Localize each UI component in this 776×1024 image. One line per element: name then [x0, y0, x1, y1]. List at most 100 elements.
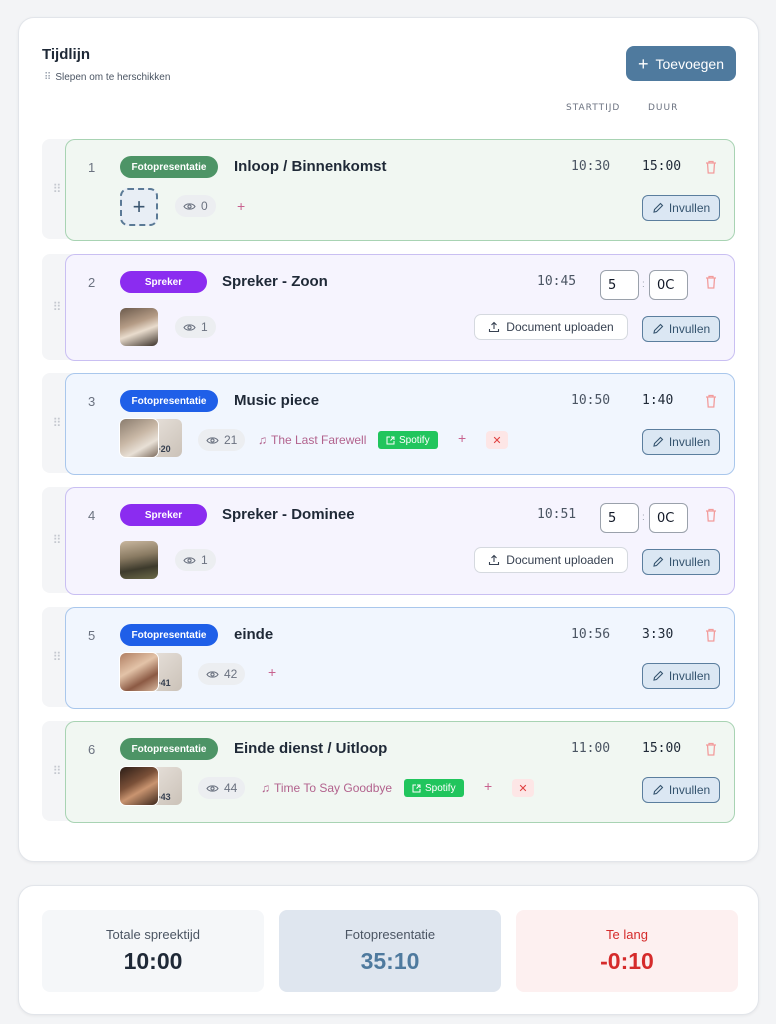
views-count: 1 [175, 549, 216, 571]
photo-thumbnail[interactable] [120, 541, 158, 579]
plus-icon: + [132, 194, 146, 219]
row-title: Inloop / Binnenkomst [234, 158, 387, 175]
trash-icon[interactable] [705, 508, 717, 522]
timeline-subtitle: ⠿ Slepen om te herschikken [44, 72, 170, 83]
music-track: ♫ Time To Say Goodbye [261, 781, 392, 795]
photo-thumbnail[interactable] [120, 308, 158, 346]
column-header-start: STARTTIJD [566, 103, 621, 113]
stat-value: 35:10 [360, 948, 420, 974]
spotify-label: Spotify [399, 434, 430, 446]
timeline-row[interactable]: 2 Spreker Spreker - Zoon 10:45 5 : 0C 1 … [65, 254, 735, 361]
trash-icon[interactable] [705, 742, 717, 756]
spotify-link[interactable]: Spotify [404, 779, 464, 797]
views-value: 1 [201, 320, 208, 334]
upload-document-button[interactable]: Document uploaden [474, 547, 628, 573]
upload-document-button[interactable]: Document uploaden [474, 314, 628, 340]
close-icon[interactable]: ✕ [486, 431, 508, 449]
badge-fotopresentatie: Fotopresentatie [120, 624, 218, 646]
row-title: Spreker - Zoon [222, 273, 328, 290]
badge-spreker: Spreker [120, 271, 207, 293]
start-time: 10:30 [571, 159, 611, 174]
trash-icon[interactable] [705, 394, 717, 408]
add-music-button[interactable]: + [237, 198, 245, 214]
badge-fotopresentatie: Fotopresentatie [120, 156, 218, 178]
photo-stack[interactable]: +20 [120, 419, 183, 457]
add-button[interactable]: + Toevoegen [626, 46, 736, 81]
views-value: 21 [224, 433, 238, 447]
stat-total-speaking-time: Totale spreektijd 10:00 [42, 910, 264, 992]
column-header-duration: DUUR [648, 103, 679, 113]
pencil-icon [653, 202, 664, 213]
close-icon[interactable]: ✕ [512, 779, 534, 797]
colon-separator: : [642, 279, 645, 290]
timeline-card: Tijdlijn ⠿ Slepen om te herschikken + To… [18, 17, 759, 862]
photo-thumbnail [120, 653, 158, 691]
plus-icon: + [637, 53, 649, 74]
duration-minutes-input[interactable]: 5 [600, 270, 639, 300]
upload-icon [489, 321, 500, 333]
drag-handle-icon: ⠿ [44, 72, 51, 83]
spotify-label: Spotify [425, 782, 456, 794]
music-title: The Last Farewell [271, 433, 367, 447]
upload-label: Document uploaden [506, 553, 614, 567]
trash-icon[interactable] [705, 160, 717, 174]
summary-card: Totale spreektijd 10:00 Fotopresentatie … [18, 885, 759, 1015]
add-music-button[interactable]: + [458, 430, 466, 446]
photo-thumbnail [120, 767, 158, 805]
eye-icon [206, 670, 219, 678]
row-number: 1 [88, 160, 96, 175]
photo-thumbnail [120, 419, 158, 457]
views-value: 0 [201, 199, 208, 213]
row-title: Spreker - Dominee [222, 506, 355, 523]
invullen-button[interactable]: Invullen [642, 777, 720, 803]
subtitle-text: Slepen om te herschikken [55, 72, 171, 83]
views-value: 1 [201, 553, 208, 567]
views-count: 1 [175, 316, 216, 338]
timeline-title: Tijdlijn [42, 46, 91, 63]
start-time: 10:45 [537, 274, 577, 289]
timeline-row[interactable]: 6 Fotopresentatie Einde dienst / Uitloop… [65, 721, 735, 823]
duration-minutes-input[interactable]: 5 [600, 503, 639, 533]
stat-label: Fotopresentatie [344, 927, 436, 942]
duration-seconds-input[interactable]: 0C [649, 270, 688, 300]
add-music-button[interactable]: + [484, 778, 492, 794]
add-photo-dropzone[interactable]: + [120, 188, 158, 226]
timeline-row[interactable]: 4 Spreker Spreker - Dominee 10:51 5 : 0C… [65, 487, 735, 595]
timeline-row[interactable]: 3 Fotopresentatie Music piece 10:50 1:40… [65, 373, 735, 475]
duration: 1:40 [642, 393, 674, 408]
eye-icon [206, 436, 219, 444]
spotify-link[interactable]: Spotify [378, 431, 438, 449]
photo-stack[interactable]: +43 [120, 767, 183, 805]
add-music-button[interactable]: + [268, 664, 276, 680]
start-time: 10:51 [537, 507, 577, 522]
stat-photo-presentation: Fotopresentatie 35:10 [279, 910, 501, 992]
invullen-button[interactable]: Invullen [642, 549, 720, 575]
external-link-icon [412, 784, 421, 792]
badge-fotopresentatie: Fotopresentatie [120, 738, 218, 760]
music-note-icon: ♫ [258, 433, 267, 447]
invullen-button[interactable]: Invullen [642, 429, 720, 455]
views-value: 42 [224, 667, 238, 681]
invullen-button[interactable]: Invullen [642, 316, 720, 342]
stat-value: 10:00 [123, 948, 183, 974]
invullen-label: Invullen [668, 435, 711, 449]
add-button-label: Toevoegen [655, 55, 725, 72]
timeline-row[interactable]: 5 Fotopresentatie einde 10:56 3:30 +41 4… [65, 607, 735, 709]
timeline-row[interactable]: 1 Fotopresentatie Inloop / Binnenkomst 1… [65, 139, 735, 241]
eye-icon [183, 323, 196, 331]
pencil-icon [653, 323, 664, 334]
trash-icon[interactable] [705, 275, 717, 289]
views-count: 21 [198, 429, 246, 451]
row-number: 5 [88, 628, 96, 643]
eye-icon [206, 784, 219, 792]
upload-label: Document uploaden [506, 320, 614, 334]
duration-seconds-input[interactable]: 0C [649, 503, 688, 533]
start-time: 10:56 [571, 627, 611, 642]
stat-value: -0:10 [600, 948, 654, 974]
photo-stack[interactable]: +41 [120, 653, 183, 691]
invullen-button[interactable]: Invullen [642, 195, 720, 221]
invullen-button[interactable]: Invullen [642, 663, 720, 689]
pencil-icon [653, 436, 664, 447]
views-count: 44 [198, 777, 246, 799]
trash-icon[interactable] [705, 628, 717, 642]
